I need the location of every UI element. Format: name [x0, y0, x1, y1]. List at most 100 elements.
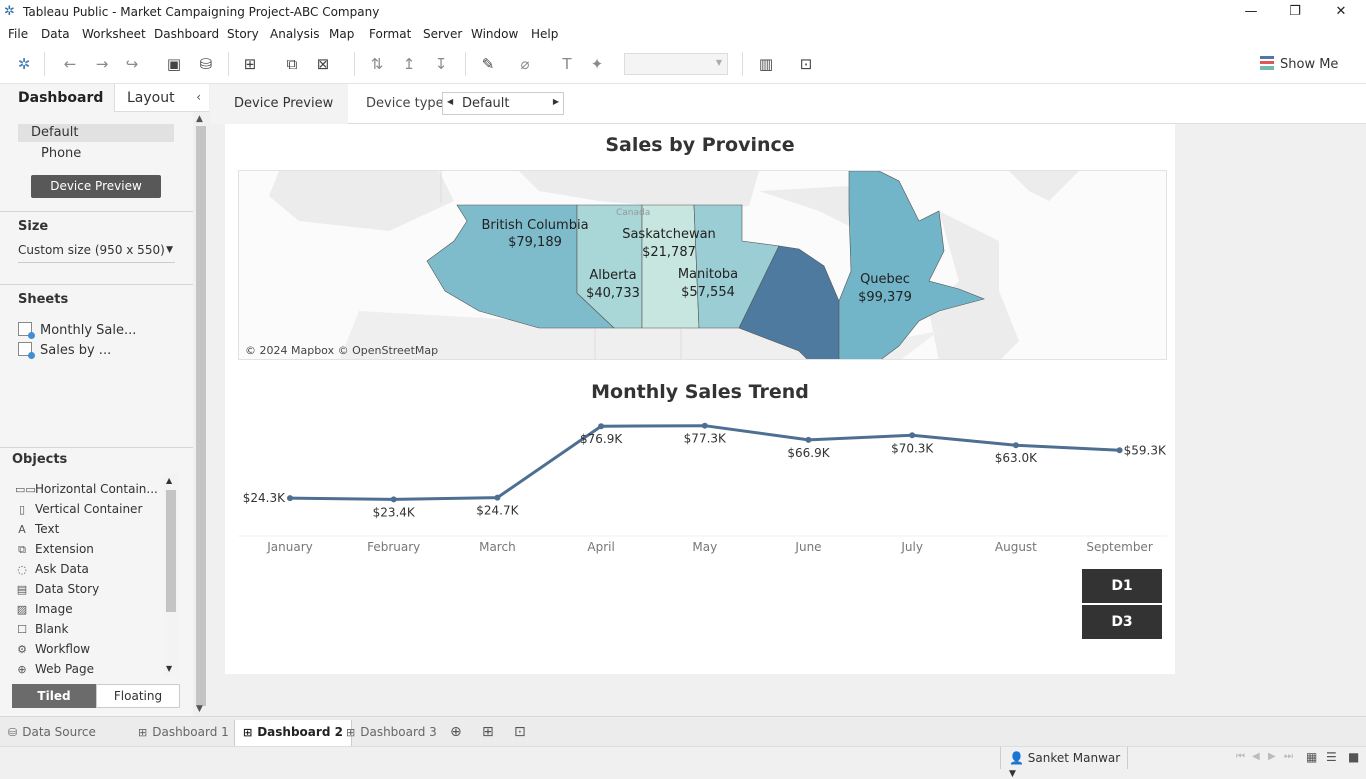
province-map[interactable]: Canada British Columbia $79,189 Alberta …	[238, 170, 1167, 360]
menu-data[interactable]: Data	[41, 27, 70, 41]
close-icon[interactable]: ✕	[1318, 2, 1364, 22]
tableau-home-icon[interactable]: ✲	[14, 54, 34, 74]
prev-page-icon[interactable]: ◀	[1252, 751, 1260, 762]
prev-arrow-icon[interactable]: ◀	[447, 97, 453, 106]
highlight-icon[interactable]: ✎	[478, 54, 498, 74]
new-datasource-icon[interactable]: ⛁	[196, 54, 216, 74]
data-label: $24.3K	[243, 491, 286, 505]
device-type-select[interactable]: ◀ Default ▶	[442, 92, 564, 115]
menu-dashboard[interactable]: Dashboard	[154, 27, 219, 41]
duplicate-icon[interactable]: ⧉	[282, 54, 302, 74]
new-worksheet-icon[interactable]: ⊕	[450, 724, 462, 740]
menu-file[interactable]: File	[8, 27, 28, 41]
object-blank[interactable]: ☐ Blank	[15, 622, 68, 636]
data-point[interactable]	[287, 495, 293, 502]
menu-window[interactable]: Window	[471, 27, 518, 41]
show-me-button[interactable]: Show Me	[1260, 56, 1338, 72]
first-page-icon[interactable]: ⏮	[1236, 751, 1245, 762]
scroll-down-icon[interactable]: ▼	[196, 704, 203, 714]
device-phone[interactable]: Phone	[41, 146, 81, 161]
tab-dashboard-2[interactable]: ⊞ Dashboard 2	[234, 720, 352, 747]
map-attribution[interactable]: © 2024 Mapbox © OpenStreetMap	[245, 344, 438, 357]
data-point[interactable]	[1116, 447, 1123, 454]
object-horizontal-container[interactable]: ▭▭Horizontal Contain...	[15, 482, 158, 496]
redo-icon[interactable]: →	[92, 54, 112, 74]
trend-chart[interactable]: $24.3K January $23.4K February $24.7K March $7…	[238, 414, 1167, 554]
scroll-down-icon[interactable]: ▼	[166, 664, 172, 673]
d3-button[interactable]: D3	[1082, 605, 1162, 639]
object-vertical-container[interactable]: ▯ Vertical Container	[15, 502, 142, 516]
device-preview-tab[interactable]: Device Preview	[210, 84, 348, 124]
data-point[interactable]	[494, 494, 501, 501]
tab-dashboard[interactable]: Dashboard	[0, 84, 114, 112]
menu-story[interactable]: Story	[227, 27, 259, 41]
object-text[interactable]: A Text	[15, 522, 59, 536]
scroll-thumb[interactable]	[196, 126, 206, 706]
menu-server[interactable]: Server	[423, 27, 462, 41]
device-default[interactable]: Default	[18, 124, 174, 142]
minimize-icon[interactable]: —	[1228, 2, 1274, 22]
user-menu[interactable]: 👤 Sanket Manwar ▼	[1000, 747, 1128, 779]
object-workflow[interactable]: ⚙ Workflow	[15, 642, 90, 656]
text-label-icon[interactable]: T	[557, 54, 577, 74]
attach-icon[interactable]: ⌀	[515, 54, 535, 74]
menu-help[interactable]: Help	[531, 27, 558, 41]
menu-format[interactable]: Format	[369, 27, 411, 41]
sort-desc-icon[interactable]: ↧	[431, 54, 451, 74]
collapse-icon[interactable]: ‹	[196, 90, 201, 104]
menu-map[interactable]: Map	[329, 27, 354, 41]
list-view-icon[interactable]: ☰	[1326, 750, 1337, 764]
size-dropdown[interactable]: Custom size (950 x 550) ▼	[18, 243, 175, 263]
data-point[interactable]	[390, 496, 397, 503]
new-worksheet-icon[interactable]: ⊞	[240, 54, 260, 74]
object-image[interactable]: ▨ Image	[15, 602, 73, 616]
new-dashboard-icon[interactable]: ⊞	[482, 724, 494, 740]
object-ask-data[interactable]: ◌ Ask Data	[15, 562, 89, 576]
swap-icon[interactable]: ⇅	[367, 54, 387, 74]
presentation-icon[interactable]: ⊡	[796, 54, 816, 74]
user-name: Sanket Manwar	[1027, 751, 1121, 765]
sheet-item[interactable]: Sales by ...	[18, 342, 111, 359]
d1-button[interactable]: D1	[1082, 569, 1162, 603]
object-web-page[interactable]: ⊕ Web Page	[15, 662, 94, 676]
restore-icon[interactable]: ❐	[1272, 2, 1318, 22]
device-preview-button[interactable]: Device Preview	[31, 175, 161, 198]
grid-view-icon[interactable]: ▦	[1306, 750, 1317, 764]
data-point[interactable]	[909, 432, 916, 439]
menu-analysis[interactable]: Analysis	[270, 27, 319, 41]
scroll-up-icon[interactable]: ▲	[196, 114, 203, 124]
pin-icon[interactable]: ✦	[587, 54, 607, 74]
filmstrip-view-icon[interactable]: ■	[1348, 750, 1359, 764]
save-icon[interactable]: ▣	[164, 54, 184, 74]
last-page-icon[interactable]: ⏭	[1284, 751, 1293, 762]
clear-sheet-icon[interactable]: ⊠	[313, 54, 333, 74]
tab-data-source[interactable]: ⛁ Data Source	[0, 720, 104, 747]
sort-asc-icon[interactable]: ↥	[399, 54, 419, 74]
tab-layout[interactable]: Layout ‹	[114, 84, 209, 112]
new-story-icon[interactable]: ⊡	[514, 724, 526, 740]
tab-dashboard-3[interactable]: ⊞ Dashboard 3	[338, 720, 445, 747]
next-arrow-icon[interactable]: ▶	[553, 97, 559, 106]
data-point[interactable]	[1012, 442, 1019, 449]
fit-dropdown[interactable]: ▼	[624, 53, 728, 75]
scroll-thumb[interactable]	[166, 490, 176, 612]
tab-dashboard-1[interactable]: ⊞ Dashboard 1	[130, 720, 237, 747]
tab-label: Dashboard 3	[360, 725, 437, 739]
object-data-story[interactable]: ▤ Data Story	[15, 582, 99, 596]
scroll-up-icon[interactable]: ▲	[166, 476, 172, 485]
undo-icon[interactable]: ←	[60, 54, 80, 74]
menu-worksheet[interactable]: Worksheet	[82, 27, 146, 41]
replay-icon[interactable]: ↪	[122, 54, 142, 74]
data-point[interactable]	[598, 423, 605, 430]
floating-toggle[interactable]: Floating	[96, 684, 180, 708]
title-bar: ✲ Tableau Public - Market Campaigning Pr…	[0, 0, 1366, 24]
panel-scrollbar[interactable]: ▲ ▼	[193, 112, 209, 716]
tiled-toggle[interactable]: Tiled	[12, 684, 96, 708]
data-point[interactable]	[701, 422, 708, 429]
object-extension[interactable]: ⧉ Extension	[15, 542, 94, 557]
sheet-item[interactable]: Monthly Sale...	[18, 322, 136, 339]
data-point[interactable]	[805, 436, 812, 443]
show-cards-icon[interactable]: ▥	[756, 54, 776, 74]
next-page-icon[interactable]: ▶	[1268, 751, 1276, 762]
objects-scrollbar[interactable]: ▲ ▼	[164, 474, 178, 676]
